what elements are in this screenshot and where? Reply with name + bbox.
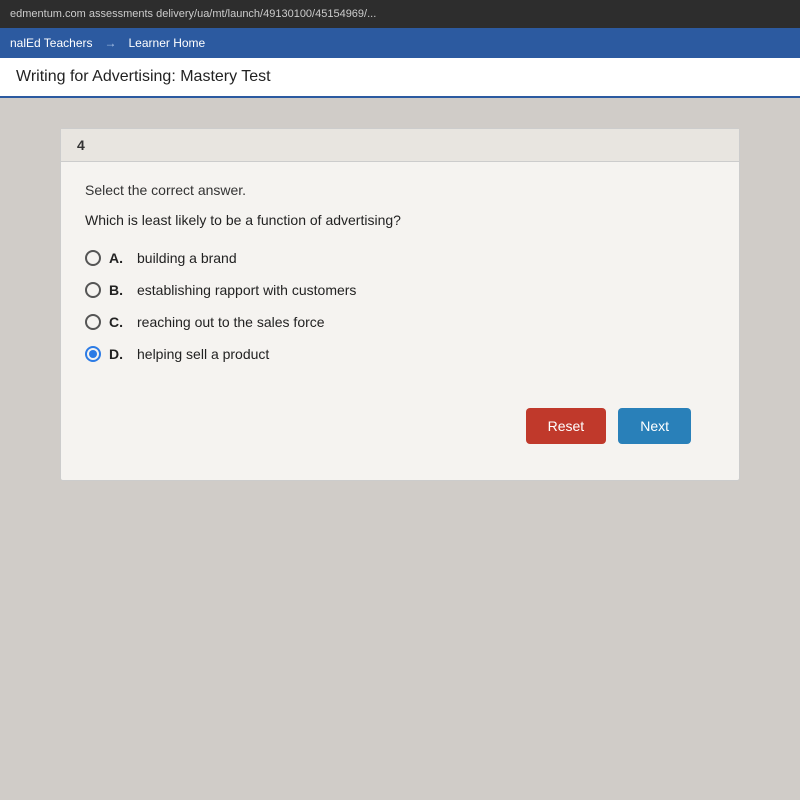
radio-b: [85, 282, 101, 298]
radio-c: [85, 314, 101, 330]
browser-url: edmentum.com assessments delivery/ua/mt/…: [10, 8, 376, 20]
browser-bar: edmentum.com assessments delivery/ua/mt/…: [0, 0, 800, 28]
question-body: Select the correct answer. Which is leas…: [61, 162, 739, 480]
option-b[interactable]: B. establishing rapport with customers: [85, 282, 715, 298]
page-title: Writing for Advertising: Mastery Test: [16, 68, 271, 85]
option-c-text: reaching out to the sales force: [137, 314, 325, 330]
option-a-text: building a brand: [137, 250, 237, 266]
option-d-label: D.: [109, 346, 127, 362]
nav-bar: nalEd Teachers → Learner Home: [0, 28, 800, 58]
options-list: A. building a brand B. establishing rapp…: [85, 250, 715, 362]
option-b-text: establishing rapport with customers: [137, 282, 356, 298]
nav-link-teachers[interactable]: nalEd Teachers: [10, 36, 93, 50]
nav-separator: →: [105, 36, 117, 50]
nav-link-learner-home[interactable]: Learner Home: [129, 36, 206, 50]
option-d[interactable]: D. helping sell a product: [85, 346, 715, 362]
question-card: 4 Select the correct answer. Which is le…: [60, 128, 740, 481]
instruction-text: Select the correct answer.: [85, 182, 715, 198]
page-title-bar: Writing for Advertising: Mastery Test: [0, 58, 800, 98]
radio-a: [85, 250, 101, 266]
option-a[interactable]: A. building a brand: [85, 250, 715, 266]
question-number-bar: 4: [61, 129, 739, 162]
buttons-row: Reset Next: [85, 392, 715, 460]
option-b-label: B.: [109, 282, 127, 298]
option-c-label: C.: [109, 314, 127, 330]
reset-button[interactable]: Reset: [526, 408, 607, 444]
question-text: Which is least likely to be a function o…: [85, 212, 715, 228]
main-content: 4 Select the correct answer. Which is le…: [0, 98, 800, 501]
option-a-label: A.: [109, 250, 127, 266]
question-number: 4: [77, 137, 85, 153]
next-button[interactable]: Next: [618, 408, 691, 444]
option-c[interactable]: C. reaching out to the sales force: [85, 314, 715, 330]
radio-d: [85, 346, 101, 362]
radio-d-inner: [89, 350, 97, 358]
option-d-text: helping sell a product: [137, 346, 269, 362]
